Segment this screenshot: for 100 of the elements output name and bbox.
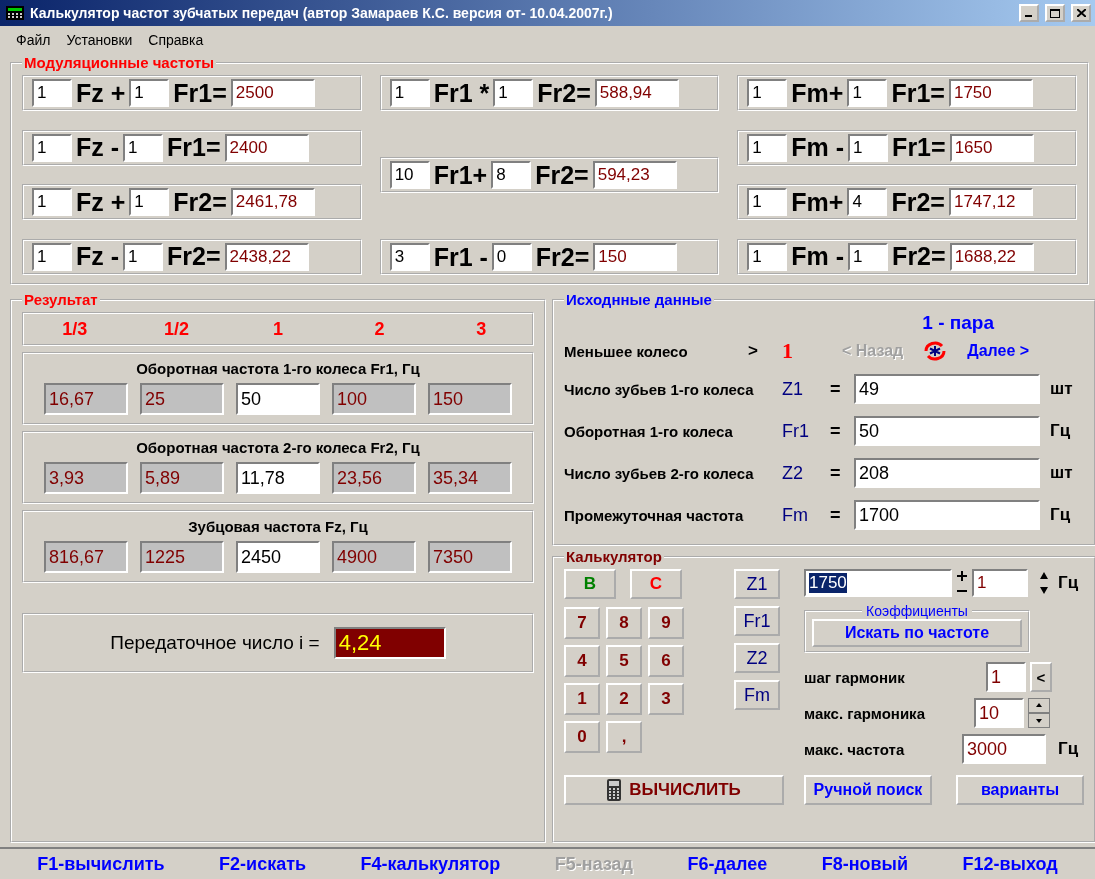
- result-field: 7350: [428, 541, 512, 573]
- variable-button[interactable]: Z2: [734, 643, 780, 673]
- result-field[interactable]: 50: [236, 383, 320, 415]
- max-frequency-field[interactable]: 3000: [962, 734, 1046, 764]
- coefficient-field[interactable]: 1: [32, 133, 72, 162]
- result-field[interactable]: 2450: [236, 541, 320, 573]
- display-field[interactable]: 1750: [804, 569, 952, 597]
- coefficient-field[interactable]: 0: [491, 243, 532, 271]
- result-field: 2461,78: [230, 188, 315, 217]
- result-field: 2438,22: [224, 242, 309, 271]
- unit-label: Гц: [1049, 505, 1072, 525]
- key[interactable]: 4: [564, 645, 600, 677]
- result-field[interactable]: 11,78: [236, 462, 320, 494]
- formula-term: Fr1 *: [433, 78, 490, 108]
- key[interactable]: 3: [648, 683, 684, 715]
- next-link[interactable]: Далее >: [967, 342, 1030, 360]
- coefficient-field[interactable]: 8: [491, 161, 532, 189]
- coefficient-field[interactable]: 1: [493, 79, 534, 107]
- result-field: 150: [593, 243, 678, 271]
- coefficient-field[interactable]: 1: [32, 79, 72, 107]
- coefficient-field[interactable]: 1: [32, 188, 72, 217]
- formula-term: Fr1 -: [433, 242, 488, 272]
- formula-term: Fr2=: [892, 242, 946, 272]
- coefficient-field[interactable]: 1: [32, 242, 72, 271]
- shortcut-label: F4-калькулятор: [360, 853, 501, 875]
- field-label: Оборотная 1-го колеса: [564, 422, 734, 440]
- menu-item[interactable]: Установки: [66, 32, 133, 48]
- coefficient-field[interactable]: 1: [123, 133, 164, 162]
- refresh-icon[interactable]: [923, 340, 948, 362]
- multiplier-label: 1/3: [62, 318, 88, 340]
- key[interactable]: 7: [564, 607, 600, 639]
- result-field: 1225: [140, 541, 224, 573]
- coefficient-field[interactable]: 1: [848, 133, 889, 162]
- key[interactable]: 8: [606, 607, 642, 639]
- key[interactable]: 5: [606, 645, 642, 677]
- variable-button[interactable]: Z1: [734, 569, 780, 599]
- coefficient-field[interactable]: 1: [747, 188, 788, 217]
- coefficient-field[interactable]: 1: [129, 79, 170, 107]
- coefficient-field[interactable]: 1: [129, 188, 170, 217]
- menu-item[interactable]: Файл: [16, 32, 51, 48]
- coefficient-field[interactable]: 1: [848, 242, 889, 271]
- arrow-label: >: [748, 341, 759, 361]
- field-label: Число зубьев 1-го колеса: [564, 380, 755, 398]
- coefficient-field[interactable]: 1: [847, 79, 888, 107]
- up-down-icon[interactable]: [1038, 570, 1050, 596]
- variants-button[interactable]: варианты: [956, 775, 1084, 805]
- field-label: Промежуточная частота: [564, 506, 745, 524]
- search-by-frequency-button[interactable]: Искать по частоте: [812, 619, 1022, 647]
- result-field: 1750: [948, 79, 1033, 107]
- coefficient-field[interactable]: 10: [389, 161, 430, 189]
- formula-term: Fm+: [791, 78, 844, 108]
- formula-term: Fm+: [791, 187, 844, 217]
- formula-term: Fr2=: [891, 187, 945, 217]
- key[interactable]: 2: [606, 683, 642, 715]
- result-field: 588,94: [594, 79, 679, 107]
- equals-sign: =: [830, 504, 842, 526]
- decrease-button[interactable]: <: [1030, 662, 1052, 692]
- result-field: 100: [332, 383, 416, 415]
- close-icon: [1076, 9, 1086, 17]
- key[interactable]: 6: [648, 645, 684, 677]
- close-button[interactable]: [1071, 4, 1091, 22]
- unit-label: шт: [1049, 379, 1074, 399]
- coefficient-field[interactable]: 1: [747, 133, 788, 162]
- formula-term: Fr1=: [891, 78, 945, 108]
- window-title: Калькулятор частот зубчатых передач (автор Замараев К.С. версия от- 10.04.2007г.): [30, 5, 614, 21]
- compute-button[interactable]: ВЫЧИСЛИТЬ: [564, 775, 784, 805]
- step-field[interactable]: 1: [972, 569, 1028, 597]
- key[interactable]: 0: [564, 721, 600, 753]
- input-field[interactable]: 1700: [854, 500, 1040, 530]
- minimize-button[interactable]: [1019, 4, 1039, 22]
- result-field: 35,34: [428, 462, 512, 494]
- key[interactable]: 1: [564, 683, 600, 715]
- maximize-button[interactable]: [1045, 4, 1065, 22]
- symbol-label: Z2: [782, 462, 804, 484]
- harmonic-step-field[interactable]: 1: [986, 662, 1026, 692]
- coefficient-field[interactable]: 1: [123, 242, 164, 271]
- formula-term: Fz -: [76, 242, 120, 272]
- symbol-label: Z1: [782, 378, 804, 400]
- ratio-field: 4,24: [333, 627, 446, 659]
- input-field[interactable]: 49: [854, 374, 1040, 404]
- max-harmonic-field[interactable]: 10: [974, 698, 1024, 728]
- pair-label: 1 - пара: [922, 312, 994, 334]
- variable-button[interactable]: Fr1: [734, 606, 780, 636]
- variable-button[interactable]: Fm: [734, 680, 780, 710]
- coefficient-field[interactable]: 1: [747, 79, 788, 107]
- manual-search-button[interactable]: Ручной поиск: [804, 775, 932, 805]
- menu-item[interactable]: Справка: [148, 32, 204, 48]
- input-field[interactable]: 50: [854, 416, 1040, 446]
- coefficient-field[interactable]: 1: [389, 79, 430, 107]
- key[interactable]: ,: [606, 721, 642, 753]
- input-field[interactable]: 208: [854, 458, 1040, 488]
- coefficient-field[interactable]: 1: [747, 242, 788, 271]
- multiplier-label: 2: [374, 318, 385, 340]
- formula-term: Fr2=: [167, 242, 221, 272]
- spinner-icon[interactable]: [1028, 698, 1050, 728]
- maximize-icon: [1050, 8, 1060, 18]
- coefficient-field[interactable]: 3: [389, 243, 430, 271]
- key[interactable]: 9: [648, 607, 684, 639]
- formula-term: Fr1=: [173, 78, 227, 108]
- coefficient-field[interactable]: 4: [847, 188, 888, 217]
